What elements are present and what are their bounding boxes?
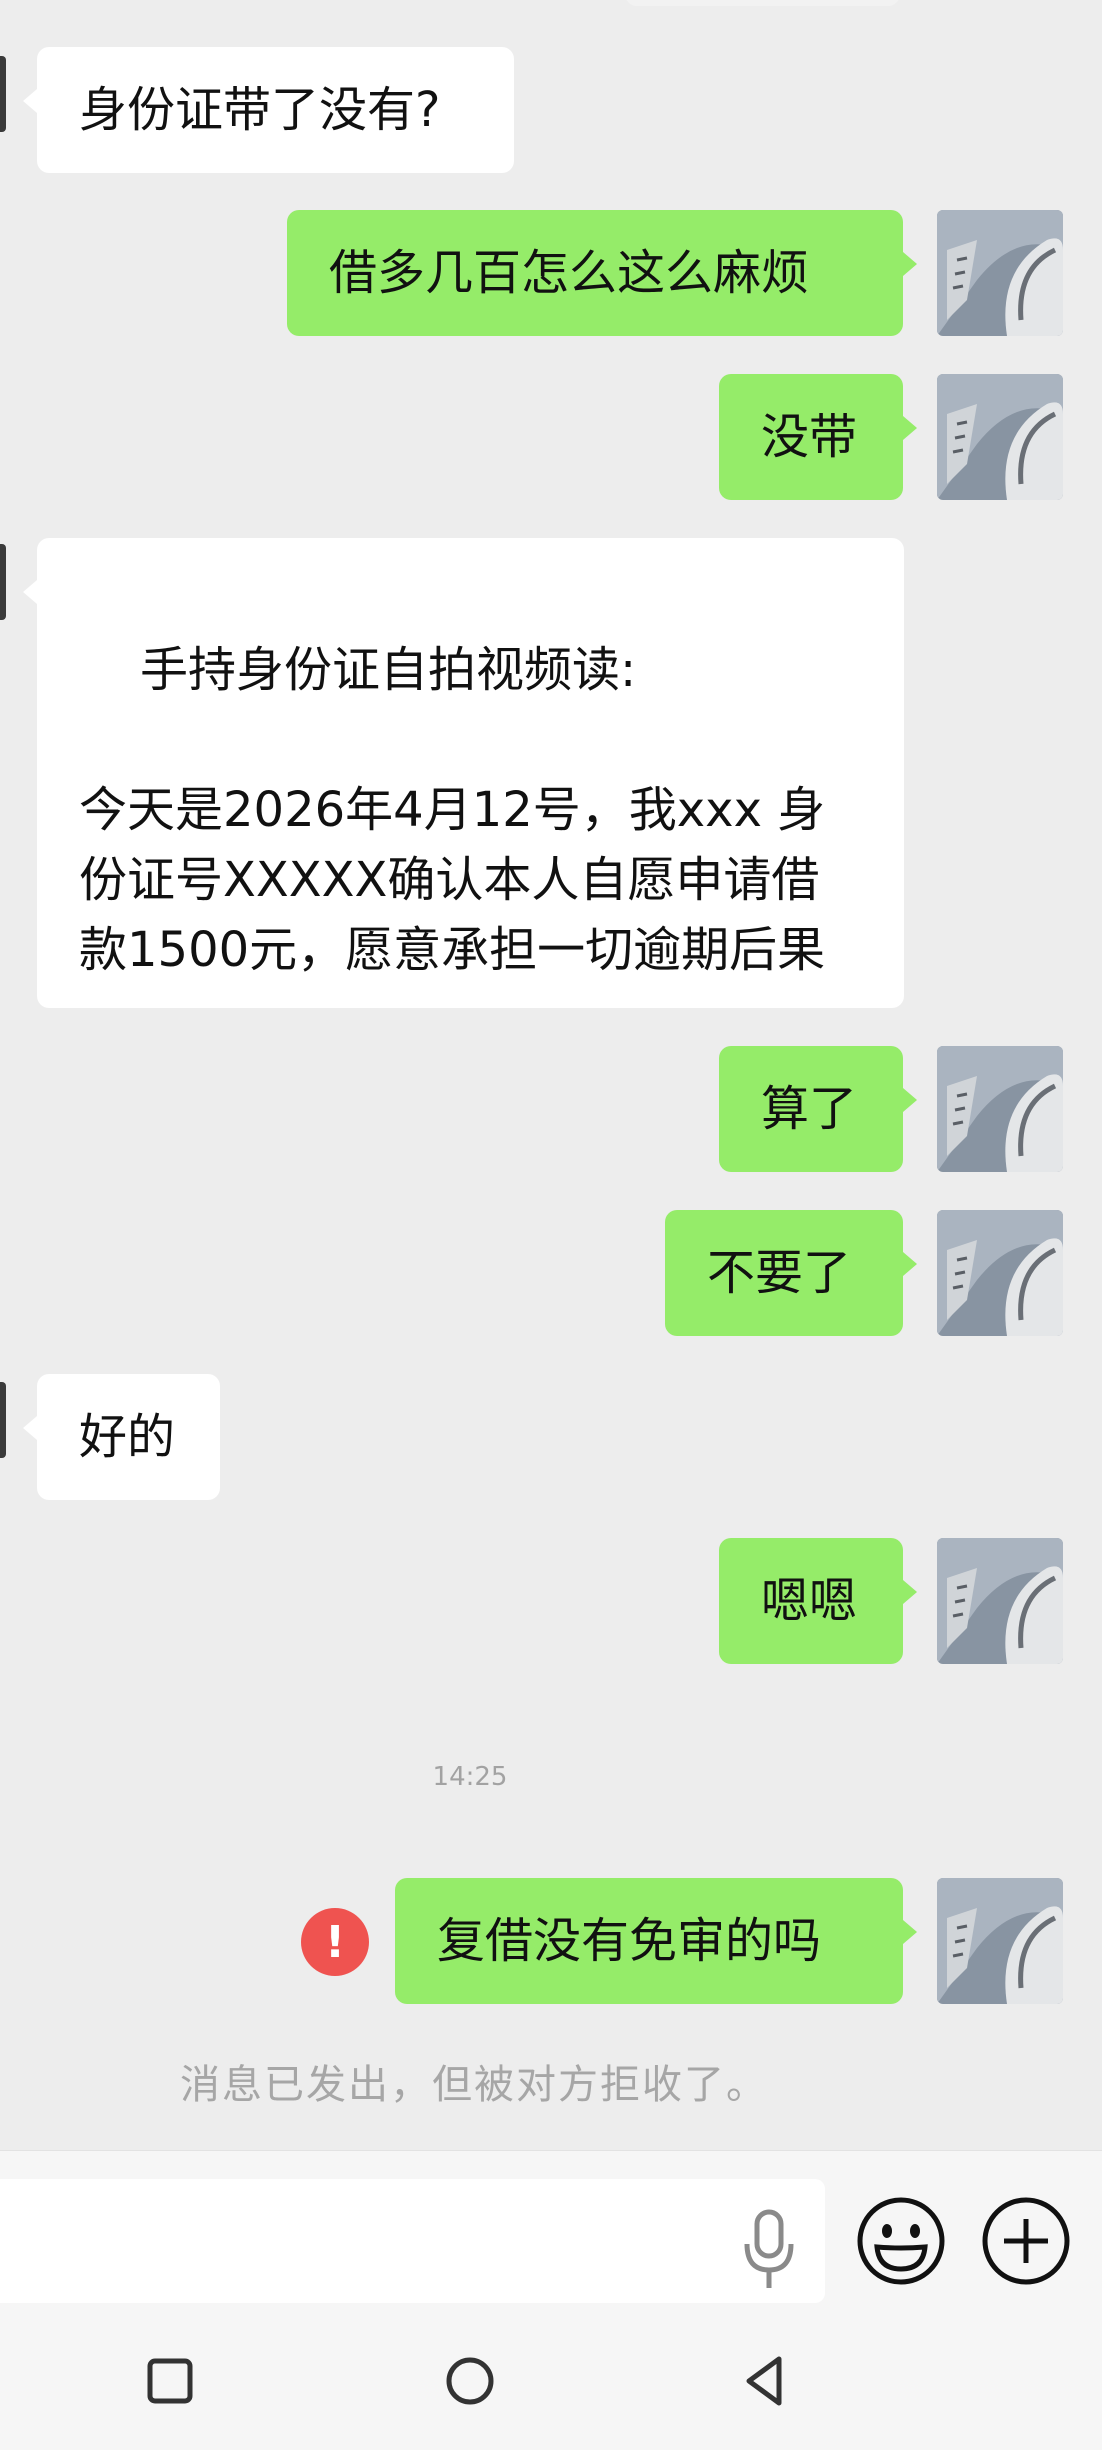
message-bubble-outgoing[interactable]: 不要了: [665, 1210, 917, 1336]
message-bubble-outgoing[interactable]: 算了: [719, 1046, 917, 1172]
emoji-icon[interactable]: [853, 2193, 949, 2289]
my-avatar[interactable]: [937, 1210, 1063, 1336]
microphone-icon[interactable]: [741, 2208, 797, 2292]
send-failed-mark: !: [324, 1916, 346, 1968]
square-icon[interactable]: [140, 2351, 200, 2411]
message-text: 手持身份证自拍视频读: 今天是2026年4月12号，我xxx 身份证号XXXXX…: [79, 642, 826, 978]
message-bubble-incoming[interactable]: 手持身份证自拍视频读: 今天是2026年4月12号，我xxx 身份证号XXXXX…: [23, 538, 904, 1008]
message-bubble-outgoing[interactable]: 嗯嗯: [719, 1538, 917, 1664]
message-text: 借多几百怎么这么麻烦: [329, 245, 810, 301]
triangle-back-icon[interactable]: [737, 2351, 797, 2411]
message-text: 好的: [79, 1409, 176, 1465]
message-bubble-outgoing[interactable]: 复借没有免审的吗: [395, 1878, 917, 2004]
message-text: 嗯嗯: [761, 1573, 858, 1629]
my-avatar[interactable]: [937, 1878, 1063, 2004]
rejected-notice: 消息已发出，但被对方拒收了。: [180, 2062, 768, 2108]
sender-avatar-edge[interactable]: [0, 544, 6, 620]
previous-timestamp-pill: [625, 0, 900, 6]
send-failed-icon[interactable]: !: [301, 1908, 369, 1976]
message-bubble-outgoing[interactable]: 没带: [719, 374, 917, 500]
message-text: 复借没有免审的吗: [437, 1913, 822, 1969]
message-text: 不要了: [707, 1245, 852, 1301]
message-input[interactable]: [0, 2179, 825, 2303]
my-avatar[interactable]: [937, 1538, 1063, 1664]
my-avatar[interactable]: [937, 210, 1063, 336]
plus-icon[interactable]: [978, 2193, 1074, 2289]
message-bubble-incoming[interactable]: 好的: [23, 1374, 220, 1500]
chat-area[interactable]: 身份证带了没有? 借多几百怎么这么麻烦 没带 手持身份证自拍视频读: 今天是20…: [0, 0, 1102, 2150]
message-text: 没带: [761, 409, 858, 465]
message-text: 算了: [761, 1081, 858, 1137]
message-text: 身份证带了没有?: [79, 82, 441, 138]
sender-avatar-edge[interactable]: [0, 1382, 6, 1458]
system-nav-bar: [0, 2304, 1102, 2450]
circle-icon[interactable]: [440, 2351, 500, 2411]
my-avatar[interactable]: [937, 374, 1063, 500]
sender-avatar-edge[interactable]: [0, 56, 6, 132]
input-bar: [0, 2150, 1102, 2305]
message-bubble-incoming[interactable]: 身份证带了没有?: [23, 47, 514, 173]
my-avatar[interactable]: [937, 1046, 1063, 1172]
message-timestamp: 14:25: [432, 1762, 508, 1792]
message-bubble-outgoing[interactable]: 借多几百怎么这么麻烦: [287, 210, 917, 336]
